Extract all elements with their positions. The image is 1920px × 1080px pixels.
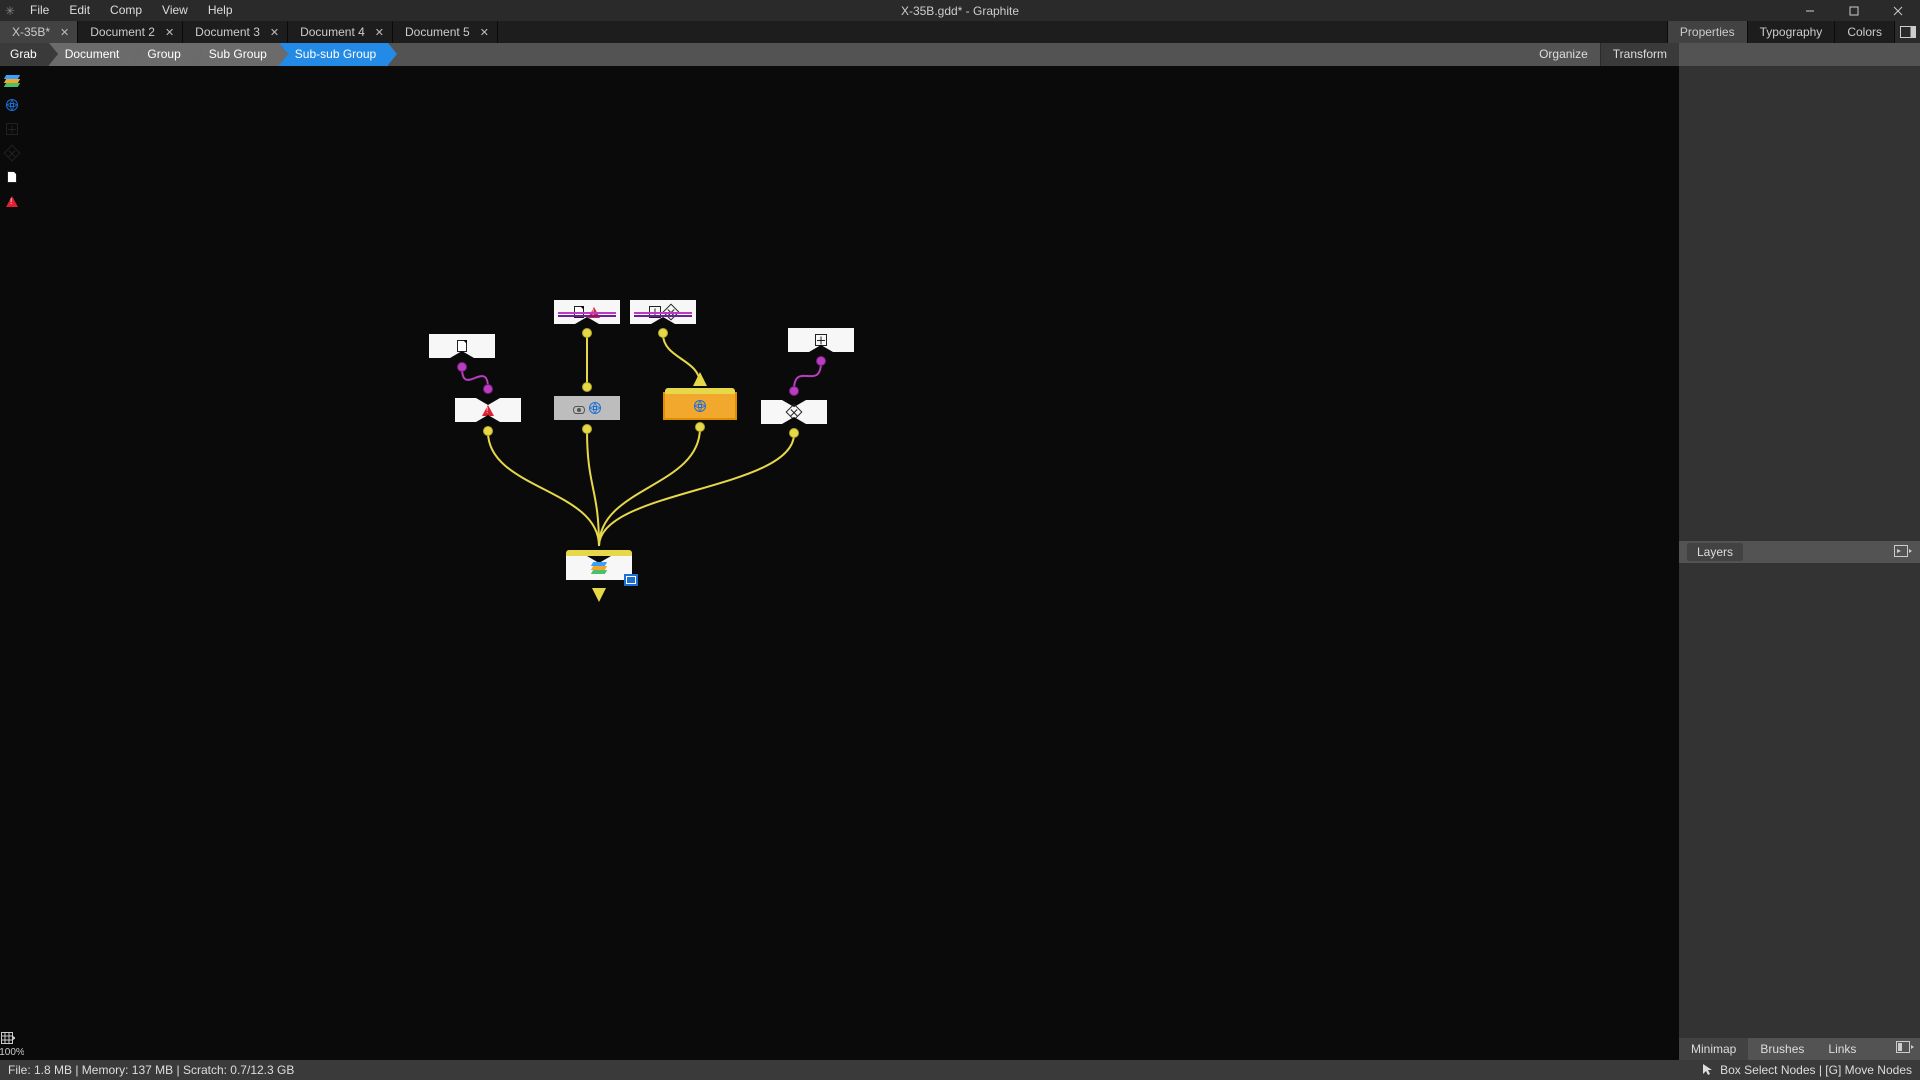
bottom-tab-bar: Minimap Brushes Links bbox=[1679, 1038, 1920, 1060]
window-close[interactable] bbox=[1876, 0, 1920, 21]
window-minimize[interactable] bbox=[1788, 0, 1832, 21]
status-left: File: 1.8 MB | Memory: 137 MB | Scratch:… bbox=[8, 1063, 294, 1077]
node-graph-canvas[interactable] bbox=[24, 66, 1679, 1060]
wire[interactable] bbox=[599, 428, 700, 546]
tab-brushes[interactable]: Brushes bbox=[1748, 1038, 1816, 1060]
breadcrumb-item[interactable]: Document bbox=[49, 43, 132, 66]
graph-node[interactable] bbox=[630, 300, 696, 324]
tab-properties[interactable]: Properties bbox=[1667, 21, 1747, 43]
wire[interactable] bbox=[794, 362, 821, 390]
wire[interactable] bbox=[587, 430, 599, 546]
close-icon[interactable]: ✕ bbox=[270, 26, 279, 39]
graph-node[interactable] bbox=[554, 300, 620, 324]
grid-icon[interactable] bbox=[0, 1029, 17, 1047]
close-icon[interactable]: ✕ bbox=[60, 26, 69, 39]
status-bar: File: 1.8 MB | Memory: 137 MB | Scratch:… bbox=[0, 1060, 1920, 1080]
document-tab-label: Document 2 bbox=[90, 25, 155, 39]
document-tab-bar: X-35B* ✕ Document 2 ✕ Document 3 ✕ Docum… bbox=[0, 21, 1920, 43]
menu-comp[interactable]: Comp bbox=[100, 0, 152, 21]
title-bar: ✳ File Edit Comp View Help X-35B.gdd* - … bbox=[0, 0, 1920, 21]
menu-edit[interactable]: Edit bbox=[59, 0, 100, 21]
right-pane: Layers Minimap Brushes Links bbox=[1679, 43, 1920, 1060]
breadcrumb-item[interactable]: Sub-sub Group bbox=[279, 43, 388, 66]
graph-node[interactable] bbox=[788, 328, 854, 352]
document-tab[interactable]: Document 2 ✕ bbox=[78, 21, 183, 43]
menu-view[interactable]: View bbox=[152, 0, 198, 21]
breadcrumb-item[interactable]: Group bbox=[131, 43, 192, 66]
wire[interactable] bbox=[488, 432, 599, 546]
document-tab-label: X-35B* bbox=[12, 25, 50, 39]
tool-cross[interactable] bbox=[3, 120, 21, 138]
graph-node[interactable] bbox=[761, 400, 827, 424]
menu-file[interactable]: File bbox=[20, 0, 59, 21]
menu-help[interactable]: Help bbox=[198, 0, 243, 21]
panel-toggle-right[interactable] bbox=[1894, 21, 1920, 43]
properties-panel bbox=[1679, 66, 1920, 541]
close-icon[interactable]: ✕ bbox=[480, 26, 489, 39]
breadcrumb-bar: Grab Document Group Sub Group Sub-sub Gr… bbox=[0, 43, 1679, 66]
document-tab-label: Document 3 bbox=[195, 25, 260, 39]
select-mode-icon bbox=[1702, 1063, 1714, 1078]
tab-typography[interactable]: Typography bbox=[1747, 21, 1835, 43]
document-tab-label: Document 4 bbox=[300, 25, 365, 39]
tab-colors[interactable]: Colors bbox=[1834, 21, 1894, 43]
output-chip-icon bbox=[624, 574, 638, 586]
tool-strip: 100% bbox=[0, 66, 24, 1060]
tool-stack[interactable] bbox=[3, 72, 21, 90]
grab-mode[interactable]: Grab bbox=[0, 43, 49, 66]
close-icon[interactable]: ✕ bbox=[375, 26, 384, 39]
inspector-tab-bar: Properties Typography Colors bbox=[1667, 21, 1920, 43]
window-maximize[interactable] bbox=[1832, 0, 1876, 21]
close-icon[interactable]: ✕ bbox=[165, 26, 174, 39]
breadcrumb-item[interactable]: Sub Group bbox=[193, 43, 279, 66]
graph-node[interactable] bbox=[554, 396, 620, 420]
mode-transform[interactable]: Transform bbox=[1601, 43, 1679, 66]
wire-layer bbox=[24, 66, 1679, 1060]
tab-links[interactable]: Links bbox=[1816, 1038, 1868, 1060]
mode-organize[interactable]: Organize bbox=[1527, 43, 1600, 66]
zoom-level[interactable]: 100% bbox=[0, 1047, 25, 1058]
graph-node[interactable] bbox=[665, 394, 735, 418]
document-tab[interactable]: Document 4 ✕ bbox=[288, 21, 393, 43]
app-icon: ✳ bbox=[0, 4, 20, 18]
layers-header: Layers bbox=[1679, 541, 1920, 563]
layers-tab[interactable]: Layers bbox=[1687, 543, 1743, 561]
document-tab[interactable]: X-35B* ✕ bbox=[0, 21, 78, 43]
tab-minimap[interactable]: Minimap bbox=[1679, 1038, 1748, 1060]
panel-popout-icon[interactable] bbox=[1890, 1038, 1920, 1060]
window-title: X-35B.gdd* - Graphite bbox=[901, 4, 1019, 18]
layers-panel[interactable] bbox=[1679, 563, 1920, 1038]
status-hint: Box Select Nodes | [G] Move Nodes bbox=[1720, 1063, 1912, 1077]
graph-node[interactable] bbox=[429, 334, 495, 358]
tool-warn[interactable] bbox=[3, 192, 21, 210]
document-tab-label: Document 5 bbox=[405, 25, 470, 39]
tool-target[interactable] bbox=[3, 144, 21, 162]
layers-options-icon[interactable] bbox=[1894, 545, 1912, 560]
document-tab[interactable]: Document 5 ✕ bbox=[393, 21, 498, 43]
graph-node[interactable] bbox=[566, 556, 632, 580]
graph-node[interactable] bbox=[455, 398, 521, 422]
menu-bar: File Edit Comp View Help bbox=[20, 0, 243, 21]
tool-page[interactable] bbox=[3, 168, 21, 186]
tool-globe[interactable] bbox=[3, 96, 21, 114]
document-tab[interactable]: Document 3 ✕ bbox=[183, 21, 288, 43]
wire[interactable] bbox=[599, 434, 794, 546]
